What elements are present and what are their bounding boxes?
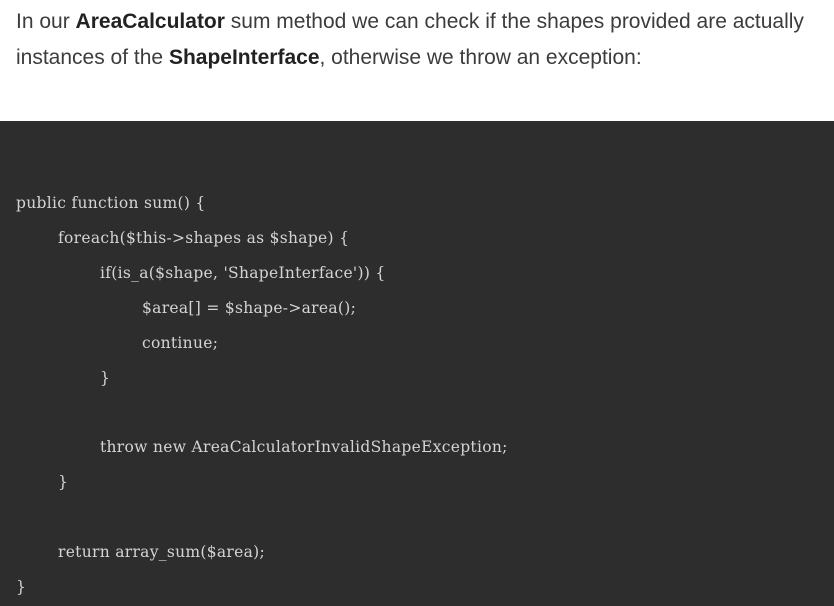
intro-text-2: sum method we can check if the shapes pr…	[224, 10, 804, 33]
code-line: public function sum() {	[16, 194, 206, 212]
code-line: }	[16, 578, 27, 596]
code-line: }	[100, 369, 111, 387]
intro-paragraph: In our AreaCalculator sum method we can …	[16, 4, 834, 76]
code-line: return array_sum($area);	[58, 543, 265, 561]
interface-name-shape-interface: ShapeInterface	[168, 46, 320, 69]
code-line: foreach($this->shapes as $shape) {	[58, 229, 350, 247]
intro-text-4: , otherwise we throw an exception:	[319, 46, 642, 69]
code-line: }	[58, 473, 69, 491]
code-line: $area[] = $shape->area();	[142, 299, 357, 317]
intro-text-3: instances of the	[16, 46, 169, 69]
class-name-area-calculator: AreaCalculator	[75, 10, 225, 33]
code-line: if(is_a($shape, 'ShapeInterface')) {	[100, 264, 386, 282]
code-line: continue;	[142, 334, 219, 352]
code-line: throw new AreaCalculatorInvalidShapeExce…	[100, 438, 508, 456]
intro-text-1: In our	[16, 10, 76, 33]
code-block: public function sum() { foreach($this->s…	[0, 121, 834, 606]
